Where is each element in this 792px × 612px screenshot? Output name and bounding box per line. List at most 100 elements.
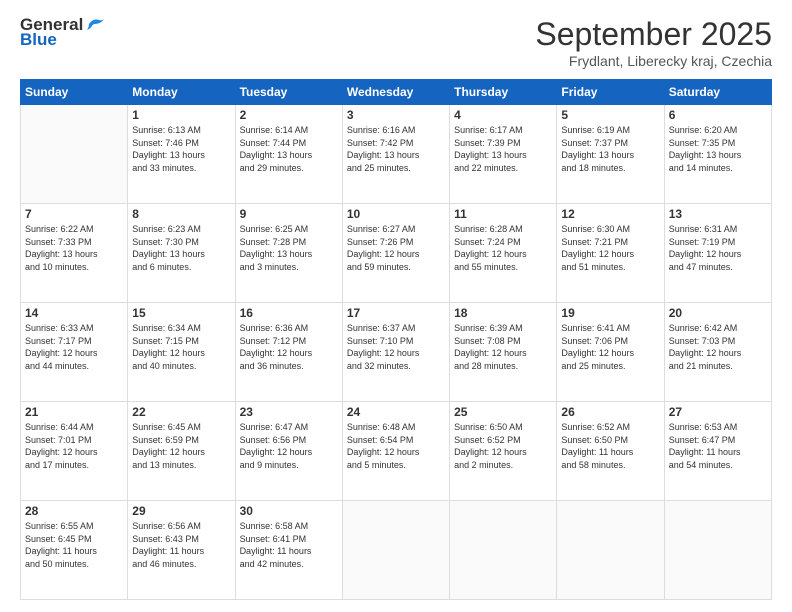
cell-text: Daylight: 12 hours bbox=[561, 248, 659, 261]
cell-text: Sunset: 7:24 PM bbox=[454, 236, 552, 249]
cell-text: Daylight: 11 hours bbox=[561, 446, 659, 459]
cell-text: Sunset: 7:46 PM bbox=[132, 137, 230, 150]
cell-text: and 28 minutes. bbox=[454, 360, 552, 373]
cell-text: and 58 minutes. bbox=[561, 459, 659, 472]
weekday-header-tuesday: Tuesday bbox=[235, 80, 342, 105]
day-number: 7 bbox=[25, 207, 123, 221]
day-number: 18 bbox=[454, 306, 552, 320]
day-number: 23 bbox=[240, 405, 338, 419]
cell-text: Sunrise: 6:27 AM bbox=[347, 223, 445, 236]
day-number: 17 bbox=[347, 306, 445, 320]
cell-text: and 22 minutes. bbox=[454, 162, 552, 175]
page: General Blue September 2025 Frydlant, Li… bbox=[0, 0, 792, 612]
month-title: September 2025 bbox=[535, 16, 772, 53]
cell-text: and 21 minutes. bbox=[669, 360, 767, 373]
cell-text: Sunrise: 6:39 AM bbox=[454, 322, 552, 335]
cell-text: Sunset: 7:42 PM bbox=[347, 137, 445, 150]
cell-text: Sunrise: 6:34 AM bbox=[132, 322, 230, 335]
day-number: 29 bbox=[132, 504, 230, 518]
cell-text: and 18 minutes. bbox=[561, 162, 659, 175]
cell-text: Daylight: 12 hours bbox=[132, 347, 230, 360]
cell-text: Sunrise: 6:19 AM bbox=[561, 124, 659, 137]
day-number: 24 bbox=[347, 405, 445, 419]
week-row-0: 1Sunrise: 6:13 AMSunset: 7:46 PMDaylight… bbox=[21, 105, 772, 204]
cell-text: and 9 minutes. bbox=[240, 459, 338, 472]
cell-text: Sunset: 6:56 PM bbox=[240, 434, 338, 447]
cell-text: Sunrise: 6:44 AM bbox=[25, 421, 123, 434]
calendar-cell: 1Sunrise: 6:13 AMSunset: 7:46 PMDaylight… bbox=[128, 105, 235, 204]
cell-text: Sunset: 6:41 PM bbox=[240, 533, 338, 546]
cell-text: Sunset: 7:26 PM bbox=[347, 236, 445, 249]
cell-text: Sunset: 7:33 PM bbox=[25, 236, 123, 249]
cell-text: Sunrise: 6:58 AM bbox=[240, 520, 338, 533]
cell-text: Daylight: 13 hours bbox=[25, 248, 123, 261]
weekday-header-friday: Friday bbox=[557, 80, 664, 105]
cell-text: Daylight: 13 hours bbox=[132, 248, 230, 261]
cell-text: and 50 minutes. bbox=[25, 558, 123, 571]
weekday-header-thursday: Thursday bbox=[450, 80, 557, 105]
cell-text: Sunrise: 6:25 AM bbox=[240, 223, 338, 236]
day-number: 19 bbox=[561, 306, 659, 320]
cell-text: Sunrise: 6:48 AM bbox=[347, 421, 445, 434]
header: General Blue September 2025 Frydlant, Li… bbox=[20, 16, 772, 69]
calendar-cell: 21Sunrise: 6:44 AMSunset: 7:01 PMDayligh… bbox=[21, 402, 128, 501]
calendar-cell: 18Sunrise: 6:39 AMSunset: 7:08 PMDayligh… bbox=[450, 303, 557, 402]
cell-text: Sunset: 7:37 PM bbox=[561, 137, 659, 150]
cell-text: Sunset: 7:17 PM bbox=[25, 335, 123, 348]
cell-text: Daylight: 12 hours bbox=[132, 446, 230, 459]
title-area: September 2025 Frydlant, Liberecky kraj,… bbox=[535, 16, 772, 69]
cell-text: Sunset: 7:19 PM bbox=[669, 236, 767, 249]
cell-text: Daylight: 13 hours bbox=[669, 149, 767, 162]
cell-text: Daylight: 13 hours bbox=[454, 149, 552, 162]
cell-text: Daylight: 11 hours bbox=[669, 446, 767, 459]
cell-text: Sunrise: 6:53 AM bbox=[669, 421, 767, 434]
cell-text: Daylight: 12 hours bbox=[561, 347, 659, 360]
calendar-cell bbox=[342, 501, 449, 600]
day-number: 21 bbox=[25, 405, 123, 419]
cell-text: Daylight: 12 hours bbox=[240, 446, 338, 459]
week-row-4: 28Sunrise: 6:55 AMSunset: 6:45 PMDayligh… bbox=[21, 501, 772, 600]
calendar-cell: 24 Sunrise: 6:48 AMSunset: 6:54 PMDayligh… bbox=[342, 402, 449, 501]
cell-text: Sunrise: 6:31 AM bbox=[669, 223, 767, 236]
cell-text: Sunset: 6:59 PM bbox=[132, 434, 230, 447]
cell-text: Sunrise: 6:37 AM bbox=[347, 322, 445, 335]
cell-text: and 14 minutes. bbox=[669, 162, 767, 175]
cell-text: Daylight: 11 hours bbox=[132, 545, 230, 558]
calendar-cell bbox=[664, 501, 771, 600]
cell-text: Sunset: 7:10 PM bbox=[347, 335, 445, 348]
cell-text: Daylight: 13 hours bbox=[240, 149, 338, 162]
cell-text: Sunset: 7:15 PM bbox=[132, 335, 230, 348]
cell-text: Daylight: 13 hours bbox=[240, 248, 338, 261]
cell-text: and 10 minutes. bbox=[25, 261, 123, 274]
calendar-cell: 15Sunrise: 6:34 AMSunset: 7:15 PMDayligh… bbox=[128, 303, 235, 402]
logo-bird-icon bbox=[85, 16, 107, 32]
cell-text: and 59 minutes. bbox=[347, 261, 445, 274]
cell-text: Sunset: 6:50 PM bbox=[561, 434, 659, 447]
day-number: 26 bbox=[561, 405, 659, 419]
calendar-cell: 28Sunrise: 6:55 AMSunset: 6:45 PMDayligh… bbox=[21, 501, 128, 600]
weekday-header-wednesday: Wednesday bbox=[342, 80, 449, 105]
cell-text: Daylight: 12 hours bbox=[347, 446, 445, 459]
cell-text: Sunrise: 6:20 AM bbox=[669, 124, 767, 137]
cell-text: and 25 minutes. bbox=[561, 360, 659, 373]
cell-text: Daylight: 12 hours bbox=[25, 446, 123, 459]
cell-text: Daylight: 12 hours bbox=[347, 248, 445, 261]
calendar-cell: 3Sunrise: 6:16 AMSunset: 7:42 PMDaylight… bbox=[342, 105, 449, 204]
calendar-cell: 27Sunrise: 6:53 AMSunset: 6:47 PMDayligh… bbox=[664, 402, 771, 501]
cell-text: Daylight: 13 hours bbox=[347, 149, 445, 162]
cell-text: Sunrise: 6:42 AM bbox=[669, 322, 767, 335]
cell-text: Sunrise: 6:17 AM bbox=[454, 124, 552, 137]
logo-blue: Blue bbox=[20, 31, 57, 50]
location: Frydlant, Liberecky kraj, Czechia bbox=[535, 53, 772, 69]
cell-text: Daylight: 12 hours bbox=[454, 347, 552, 360]
cell-text: and 42 minutes. bbox=[240, 558, 338, 571]
calendar-cell: 22Sunrise: 6:45 AMSunset: 6:59 PMDayligh… bbox=[128, 402, 235, 501]
cell-text: Daylight: 12 hours bbox=[347, 347, 445, 360]
weekday-header-row: SundayMondayTuesdayWednesdayThursdayFrid… bbox=[21, 80, 772, 105]
cell-text: Sunset: 6:54 PM bbox=[347, 434, 445, 447]
calendar-cell: 13Sunrise: 6:31 AMSunset: 7:19 PMDayligh… bbox=[664, 204, 771, 303]
day-number: 12 bbox=[561, 207, 659, 221]
cell-text: Sunrise: 6:33 AM bbox=[25, 322, 123, 335]
day-number: 3 bbox=[347, 108, 445, 122]
cell-text: Daylight: 12 hours bbox=[454, 248, 552, 261]
